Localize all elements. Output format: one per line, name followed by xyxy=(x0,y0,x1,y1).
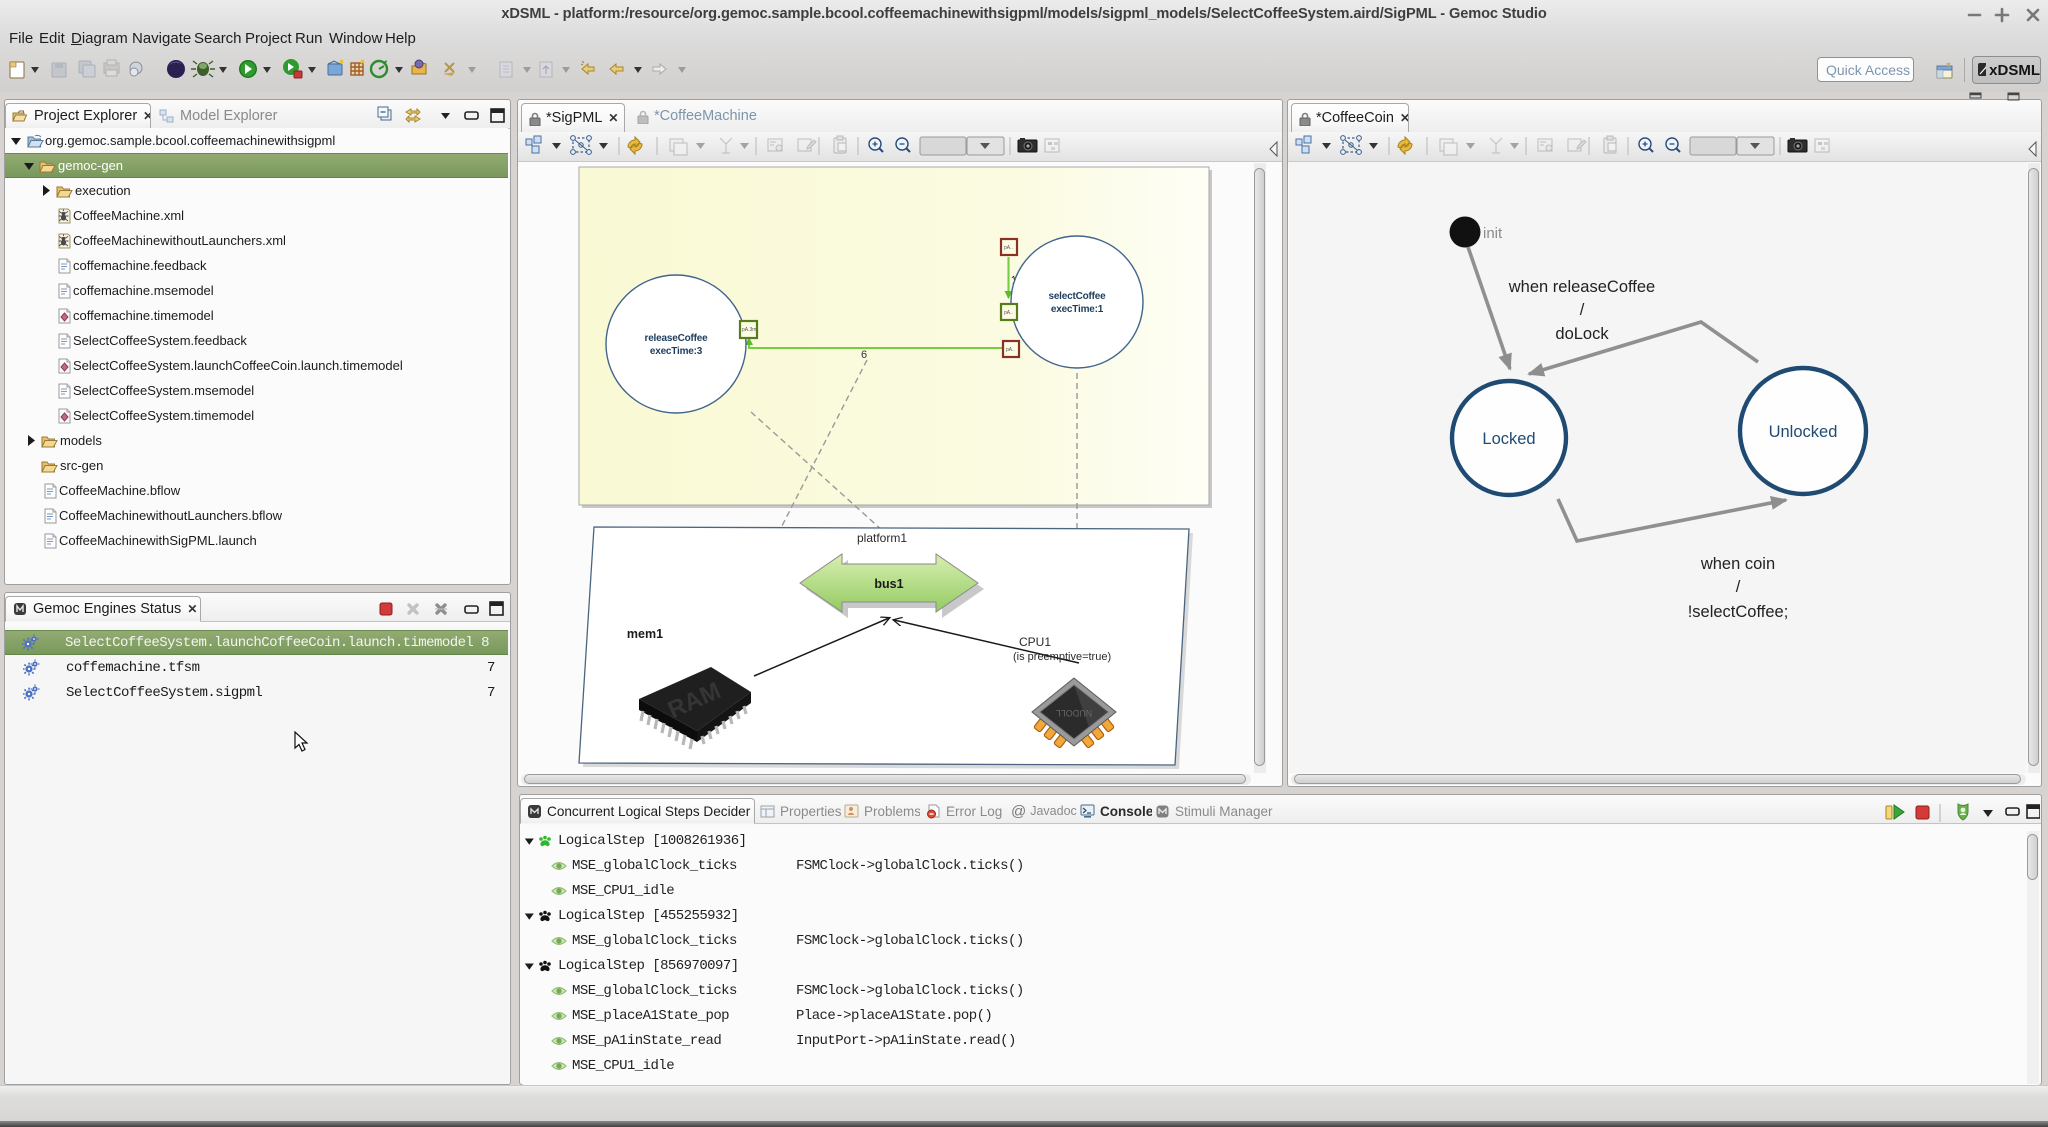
svg-text:bus1: bus1 xyxy=(874,577,903,591)
svg-text:pA..: pA.. xyxy=(1004,245,1013,251)
svg-text:6: 6 xyxy=(861,349,867,361)
svg-text:selectCoffee: selectCoffee xyxy=(1048,291,1106,302)
svg-text:mem1: mem1 xyxy=(627,627,663,641)
svg-text:execTime:3: execTime:3 xyxy=(650,346,703,357)
svg-text:(is preemptive=true): (is preemptive=true) xyxy=(1013,651,1111,663)
svg-text:!selectCoffee;: !selectCoffee; xyxy=(1688,603,1789,621)
svg-text:/: / xyxy=(1736,578,1741,596)
svg-text:releaseCoffee: releaseCoffee xyxy=(645,333,709,344)
svg-text:init: init xyxy=(1483,225,1503,242)
svg-text:doLock: doLock xyxy=(1555,325,1609,343)
svg-text:when coin: when coin xyxy=(1700,555,1775,573)
svg-text:when releaseCoffee: when releaseCoffee xyxy=(1508,278,1655,296)
svg-text:Unlocked: Unlocked xyxy=(1769,423,1838,441)
svg-text:/: / xyxy=(1580,301,1585,319)
svg-text:execTime:1: execTime:1 xyxy=(1051,304,1104,315)
svg-text:pA..: pA.. xyxy=(1004,310,1013,316)
svg-text:pA..: pA.. xyxy=(1006,347,1015,353)
svg-text:pA.3m: pA.3m xyxy=(742,327,756,333)
svg-text:platform1: platform1 xyxy=(857,531,907,545)
svg-text:Locked: Locked xyxy=(1482,430,1535,448)
svg-text:CPU1: CPU1 xyxy=(1019,635,1051,649)
svg-text:NUDOLL: NUDOLL xyxy=(1056,708,1093,718)
